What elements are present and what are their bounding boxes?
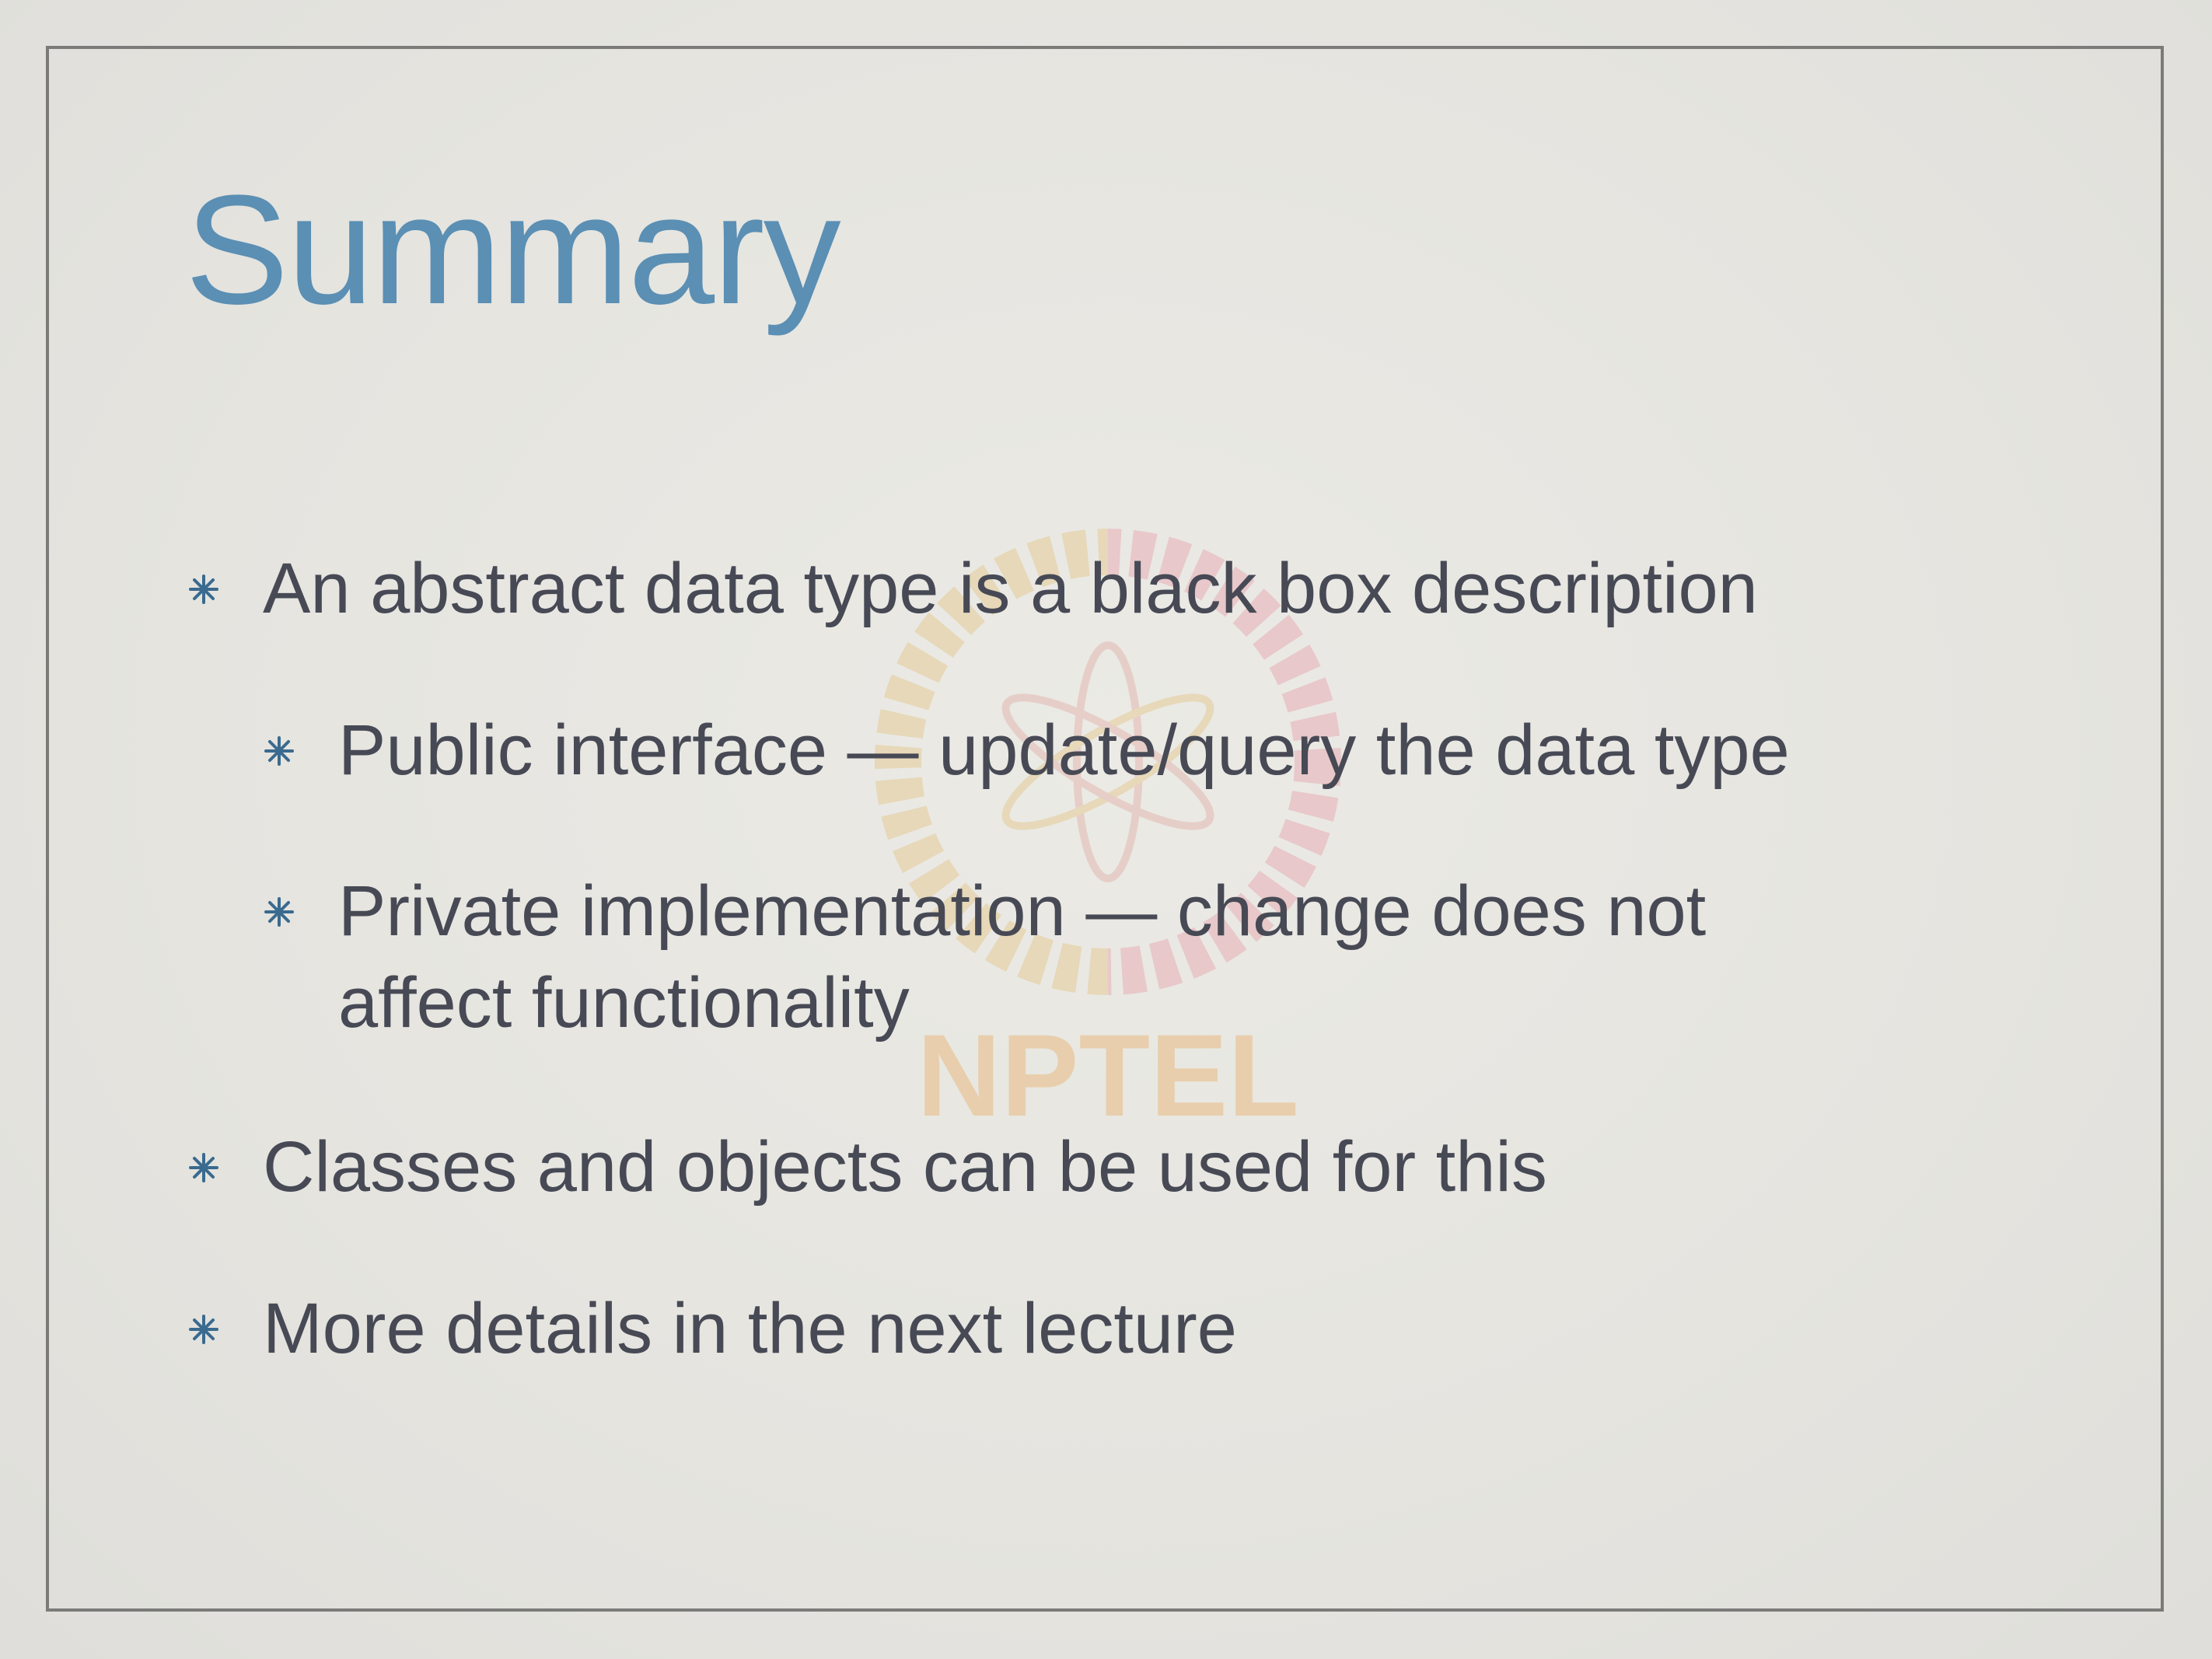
bullet-text: More details in the next lecture (263, 1289, 1237, 1368)
asterisk-bullet-icon (189, 1315, 218, 1344)
slide: NPTEL Summary An abstract data type is a… (0, 0, 2212, 1659)
bullet-item-private-implementation: Private implementation — change does not… (264, 865, 1707, 1049)
asterisk-bullet-icon (189, 1153, 218, 1182)
asterisk-bullet-icon (189, 575, 218, 604)
bullet-item-classes-objects: Classes and objects can be used for this (189, 1121, 1547, 1213)
bullet-text-line1: Private implementation — change does not (338, 871, 1707, 951)
asterisk-bullet-icon (264, 897, 294, 927)
asterisk-bullet-icon (264, 736, 294, 766)
bullet-item-public-interface: Public interface — update/query the data… (264, 704, 1790, 796)
bullet-item-more-details: More details in the next lecture (189, 1283, 1237, 1374)
bullet-text: Classes and objects can be used for this (263, 1127, 1547, 1207)
bullet-item-adt: An abstract data type is a black box des… (189, 543, 1758, 634)
bullet-text: Public interface — update/query the data… (338, 711, 1790, 790)
bullet-text-line2: affect functionality (338, 963, 910, 1043)
bullet-text: An abstract data type is a black box des… (263, 549, 1758, 628)
bullet-list: An abstract data type is a black box des… (0, 0, 2212, 1659)
